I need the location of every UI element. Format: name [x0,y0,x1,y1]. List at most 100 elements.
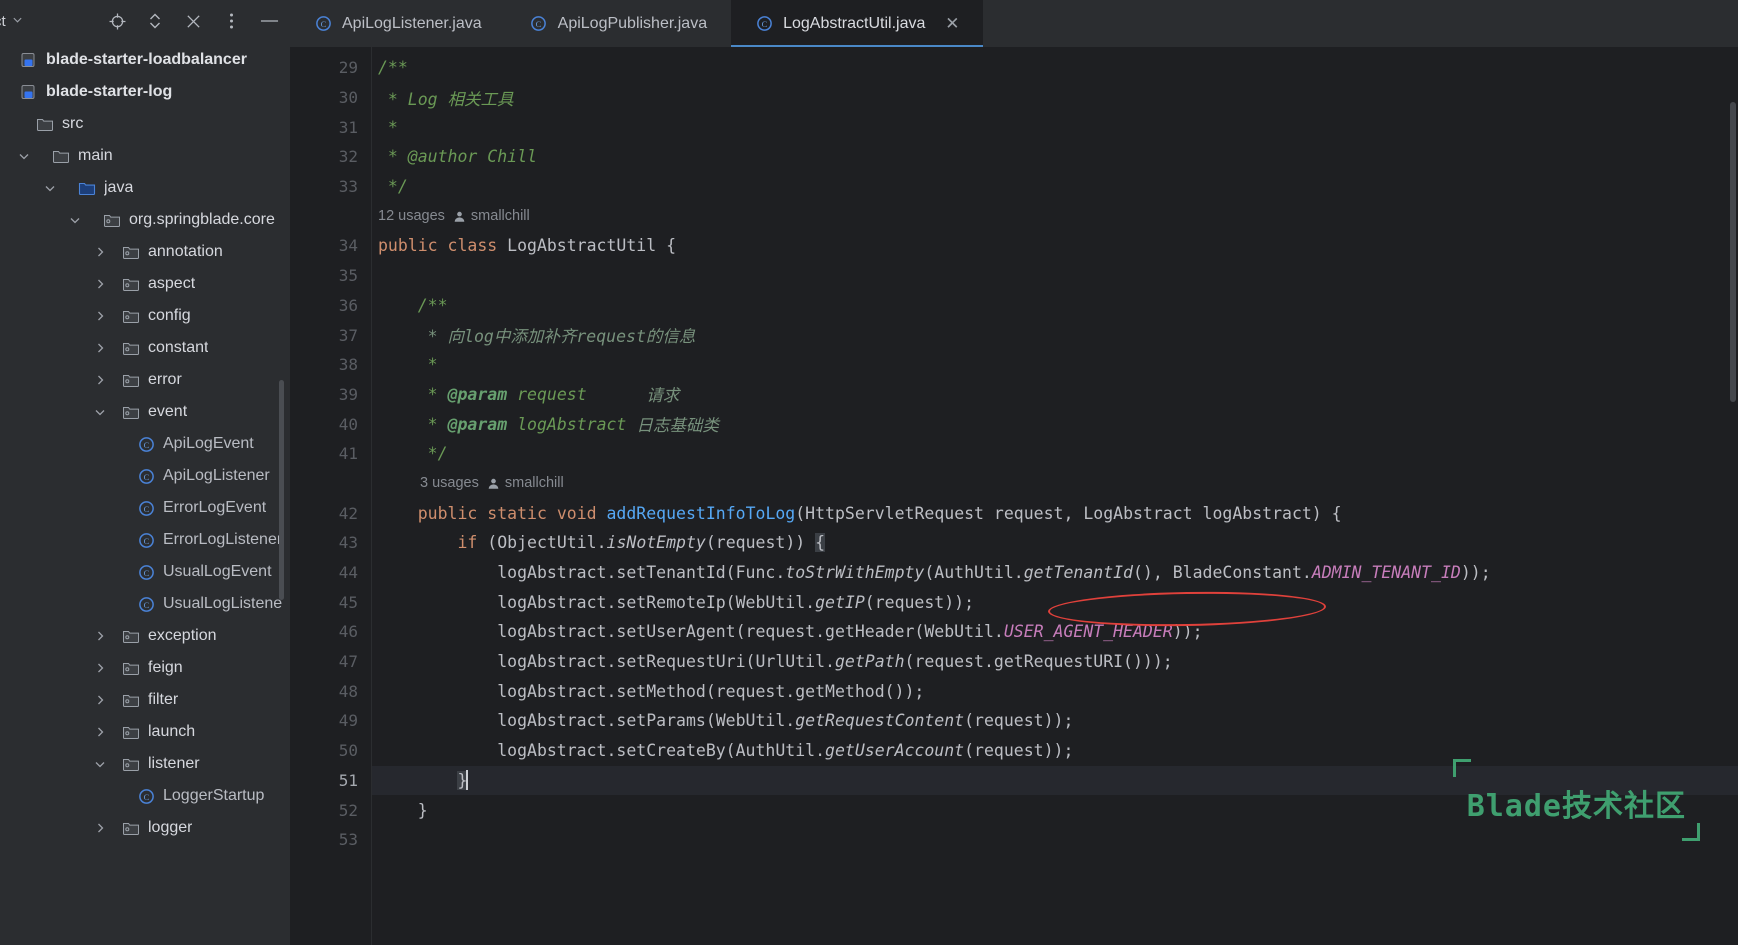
editor-scrollbar-thumb[interactable] [1730,102,1736,402]
tree-item-blade-starter-log[interactable]: blade-starter-log [0,76,289,108]
line-number: 36 [338,295,358,315]
code-text: /** [378,58,408,78]
more-options-icon[interactable] [221,11,241,31]
module-icon [19,50,39,70]
tree-item-constant[interactable]: constant [0,332,289,364]
chevron-down-icon[interactable] [92,756,108,772]
line-number: 46 [338,622,358,642]
code-line-37: * 向log中添加补齐request的信息 [372,320,1738,350]
expand-collapse-icon[interactable] [145,11,165,31]
code-content[interactable]: /** * Log 相关工具 * * @author Chill */ 12 u… [372,47,1738,945]
tree-item-UsualLogEvent[interactable]: C UsualLogEvent [0,556,289,588]
usages-count[interactable]: 12 usages [378,208,445,224]
tree-item-label: LoggerStartup [163,787,265,804]
tree-item-label: error [148,371,182,388]
java-class-icon: C [755,15,773,33]
tree-item-label: org.springblade.core [129,211,275,228]
line-number: 53 [338,830,358,850]
close-icon[interactable]: ✕ [945,15,959,32]
line-number: 42 [338,503,358,523]
svg-text:C: C [320,19,326,29]
line-number: 47 [338,652,358,672]
tree-item-filter[interactable]: filter [0,684,289,716]
tree-item-label: src [62,115,84,132]
inlay-hint-usages-class[interactable]: 12 usages smallchill [372,201,1738,231]
chevron-right-icon[interactable] [92,308,108,324]
package-icon [121,370,141,390]
chevron-down-icon[interactable] [67,212,83,228]
code-line-42: public static void addRequestInfoToLog (H… [417,503,1342,523]
chevron-right-icon[interactable] [92,660,108,676]
chevron-right-icon[interactable] [92,692,108,708]
code-line-41: */ [372,439,1738,469]
tree-item-listener[interactable]: listener [0,748,289,780]
tree-item-launch[interactable]: launch [0,716,289,748]
tree-item-annotation[interactable]: annotation [0,236,289,268]
chevron-down-icon[interactable] [12,14,23,28]
java-class-icon: C [136,562,156,582]
tree-item-event[interactable]: event [0,396,289,428]
line-number-spacer [290,201,372,231]
package-icon [121,274,141,294]
tab-LogAbstractUtil[interactable]: C LogAbstractUtil.java ✕ [731,0,984,47]
chevron-right-icon[interactable] [92,724,108,740]
chevron-down-icon[interactable] [92,404,108,420]
tab-ApiLogPublisher[interactable]: C ApiLogPublisher.java [506,0,731,47]
tab-ApiLogListener[interactable]: C ApiLogListener.java [290,0,506,47]
tree-item-label: ErrorLogEvent [163,499,267,516]
tree-item-src[interactable]: src [0,108,289,140]
code-line-30: * Log 相关工具 [372,83,1738,113]
tree-item-ErrorLogEvent[interactable]: C ErrorLogEvent [0,492,289,524]
close-icon[interactable] [183,11,203,31]
sidebar-scrollbar-thumb[interactable] [279,380,284,600]
tree-item-java[interactable]: java [0,172,289,204]
line-number: 50 [338,741,358,761]
chevron-right-icon[interactable] [92,276,108,292]
tree-item-logger[interactable]: logger [0,812,289,844]
tree-item-blade-starter-loadbalancer[interactable]: blade-starter-loadbalancer [0,44,289,76]
tree-item-label: config [148,307,191,324]
chevron-right-icon[interactable] [92,372,108,388]
package-icon [121,626,141,646]
tree-item-feign[interactable]: feign [0,652,289,684]
svg-text:C: C [143,791,149,801]
project-sidebar: ct [0,0,290,945]
tree-item-main[interactable]: main [0,140,289,172]
project-panel-title[interactable]: ct [0,13,6,30]
tree-item-aspect[interactable]: aspect [0,268,289,300]
minimize-icon[interactable] [259,11,279,31]
chevron-down-icon[interactable] [16,148,32,164]
text-caret [466,770,469,791]
hint-author[interactable]: smallchill [453,208,530,224]
code-editor[interactable]: 29 30 31 32 33 34 35 36 37 38 39 40 41 4… [290,47,1738,945]
chevron-right-icon[interactable] [92,628,108,644]
ide-window: ct [0,0,1738,945]
code-text: */ [378,444,448,464]
tree-item-ApiLogListener[interactable]: C ApiLogListener [0,460,289,492]
inlay-hint-usages-method[interactable]: 3 usages smallchill [372,469,1738,499]
chevron-down-icon[interactable] [42,180,58,196]
tree-item-label: filter [148,691,179,708]
usages-count[interactable]: 3 usages [420,475,479,491]
chevron-right-icon[interactable] [92,820,108,836]
code-line-46: logAbstract.setUserAgent(request.getHead… [378,622,1203,642]
tree-item-org-springblade-core[interactable]: org.springblade.core [0,204,289,236]
tree-item-UsualLogListener[interactable]: C UsualLogListener [0,588,289,620]
tree-item-ApiLogEvent[interactable]: C ApiLogEvent [0,428,289,460]
tree-item-label: aspect [148,275,196,292]
hint-author[interactable]: smallchill [487,475,564,491]
package-icon [121,338,141,358]
tree-item-LoggerStartup[interactable]: C LoggerStartup [0,780,289,812]
tree-item-ErrorLogListener[interactable]: C ErrorLogListener [0,524,289,556]
tree-item-exception[interactable]: exception [0,620,289,652]
editor-tab-bar: C ApiLogListener.java C ApiLogPublisher.… [290,0,1738,47]
hint-author-name: smallchill [504,475,564,492]
code-line-38: * [372,350,1738,380]
line-number: 32 [338,147,358,167]
locate-icon[interactable] [107,11,127,31]
tree-item-config[interactable]: config [0,300,289,332]
chevron-right-icon[interactable] [92,244,108,260]
tree-item-error[interactable]: error [0,364,289,396]
chevron-right-icon[interactable] [92,340,108,356]
code-line-34: public class LogAbstractUtil {public cla… [378,236,677,256]
